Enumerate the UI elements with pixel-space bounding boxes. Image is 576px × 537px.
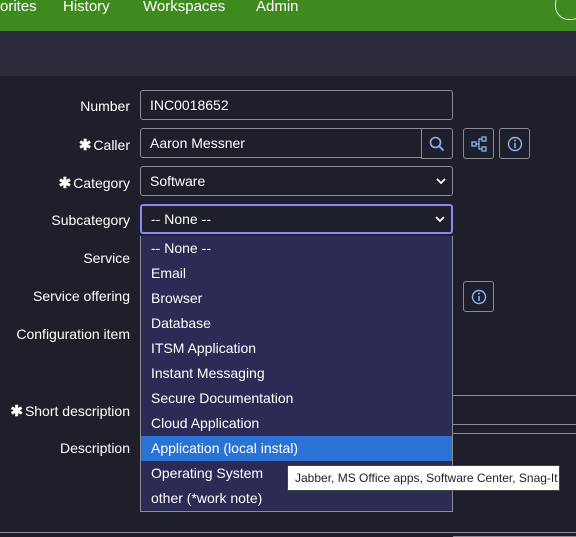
- chevron-down-icon: [433, 206, 447, 232]
- short-description-field[interactable]: [453, 395, 576, 425]
- nav-workspaces[interactable]: Workspaces: [143, 0, 225, 15]
- hierarchy-icon: [470, 135, 487, 152]
- dependencies-button[interactable]: [463, 128, 494, 159]
- option-none[interactable]: -- None --: [141, 236, 452, 261]
- required-marker: ✱: [10, 403, 23, 420]
- option-email[interactable]: Email: [141, 261, 452, 286]
- nav-history[interactable]: History: [63, 0, 110, 15]
- caller-info-button[interactable]: [499, 128, 530, 159]
- required-marker: ✱: [58, 175, 72, 192]
- section-divider: [0, 532, 576, 533]
- option-secure-documentation[interactable]: Secure Documentation: [141, 386, 452, 411]
- top-navigation-bar: orites History Workspaces Admin: [0, 0, 576, 31]
- form-header-bar: [0, 31, 576, 76]
- service-offering-info-button[interactable]: [463, 281, 494, 312]
- info-icon: [471, 289, 486, 304]
- chevron-down-icon: [434, 167, 448, 195]
- caller-field[interactable]: Aaron Messner: [140, 128, 422, 158]
- option-tooltip: Jabber, MS Office apps, Software Center,…: [287, 465, 560, 491]
- nav-favorites[interactable]: orites: [0, 0, 37, 15]
- short-description-label: ✱ Short description: [10, 403, 130, 420]
- subcategory-select[interactable]: -- None --: [140, 204, 453, 234]
- service-label: Service: [83, 250, 130, 266]
- option-itsm-application[interactable]: ITSM Application: [141, 336, 452, 361]
- service-offering-label: Service offering: [32, 288, 130, 304]
- number-field[interactable]: INC0018652: [140, 90, 453, 120]
- option-database[interactable]: Database: [141, 311, 452, 336]
- category-label: ✱ Category: [58, 175, 130, 192]
- option-application-local-install[interactable]: Application (local instal): [141, 436, 452, 461]
- option-browser[interactable]: Browser: [141, 286, 452, 311]
- subcategory-label: Subcategory: [51, 212, 130, 228]
- search-icon: [429, 136, 445, 151]
- number-label: Number: [80, 98, 130, 114]
- user-menu-button[interactable]: [555, 0, 576, 20]
- configuration-item-label: Configuration item: [16, 326, 130, 342]
- option-cloud-application[interactable]: Cloud Application: [141, 411, 452, 436]
- option-instant-messaging[interactable]: Instant Messaging: [141, 361, 452, 386]
- info-icon: [507, 136, 522, 151]
- caller-label: ✱ Caller: [78, 137, 130, 154]
- nav-admin[interactable]: Admin: [256, 0, 299, 15]
- description-label: Description: [59, 440, 130, 456]
- category-select[interactable]: Software: [140, 166, 453, 196]
- required-marker: ✱: [78, 137, 92, 154]
- caller-lookup-button[interactable]: [421, 128, 453, 159]
